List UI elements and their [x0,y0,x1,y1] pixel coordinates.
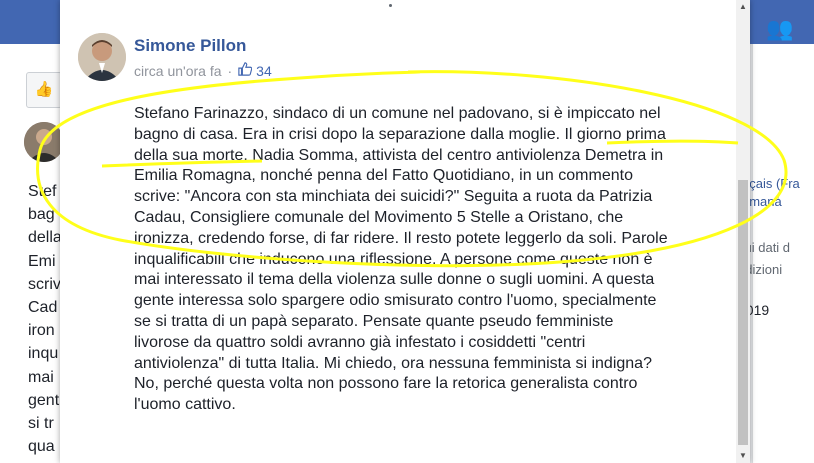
drag-dot [389,4,392,7]
background-text-line: si tr [28,415,54,433]
post-timestamp[interactable]: circa un'ora fa [134,63,222,79]
post-dialog: Simone Pillon circa un'ora fa · 34 Stefa… [60,0,750,463]
background-text-line: Stef [28,183,57,200]
scrollbar[interactable]: ▲ ▼ [736,0,750,463]
author-name[interactable]: Simone Pillon [134,36,246,56]
background-text-line: inqu [28,345,59,363]
background-text-line: gent [28,391,60,409]
scroll-up-arrow-icon[interactable]: ▲ [736,0,750,14]
background-text-line: della [28,229,60,247]
background-text-line: mai [28,368,54,386]
background-text-line: scriv [28,275,60,293]
scrollbar-thumb[interactable] [738,180,748,445]
background-text-line: Emi [28,252,56,270]
language-link[interactable]: nçais (Fra [742,176,800,191]
background-text-line: qua [28,438,55,456]
background-text-line: iron [28,322,55,340]
meta-separator: · [227,62,233,79]
scroll-down-arrow-icon[interactable]: ▼ [736,449,750,463]
background-avatar [24,122,64,162]
background-text-line: Cad [28,299,58,317]
friends-icon[interactable]: 👥 [766,16,793,42]
like-icon[interactable]: 👍 [26,72,62,108]
post-text: Stefano Farinazzo, sindaco di un comune … [134,105,668,414]
background-post-text: Stef bag della Emi scriv Cad iron inqu mai gent si… [28,180,60,458]
thumbs-up-icon[interactable] [238,62,253,79]
author-avatar[interactable] [78,33,126,81]
background-text-line: bag [28,206,55,224]
post-meta: circa un'ora fa · 34 [134,62,272,79]
like-count[interactable]: 34 [256,63,272,79]
